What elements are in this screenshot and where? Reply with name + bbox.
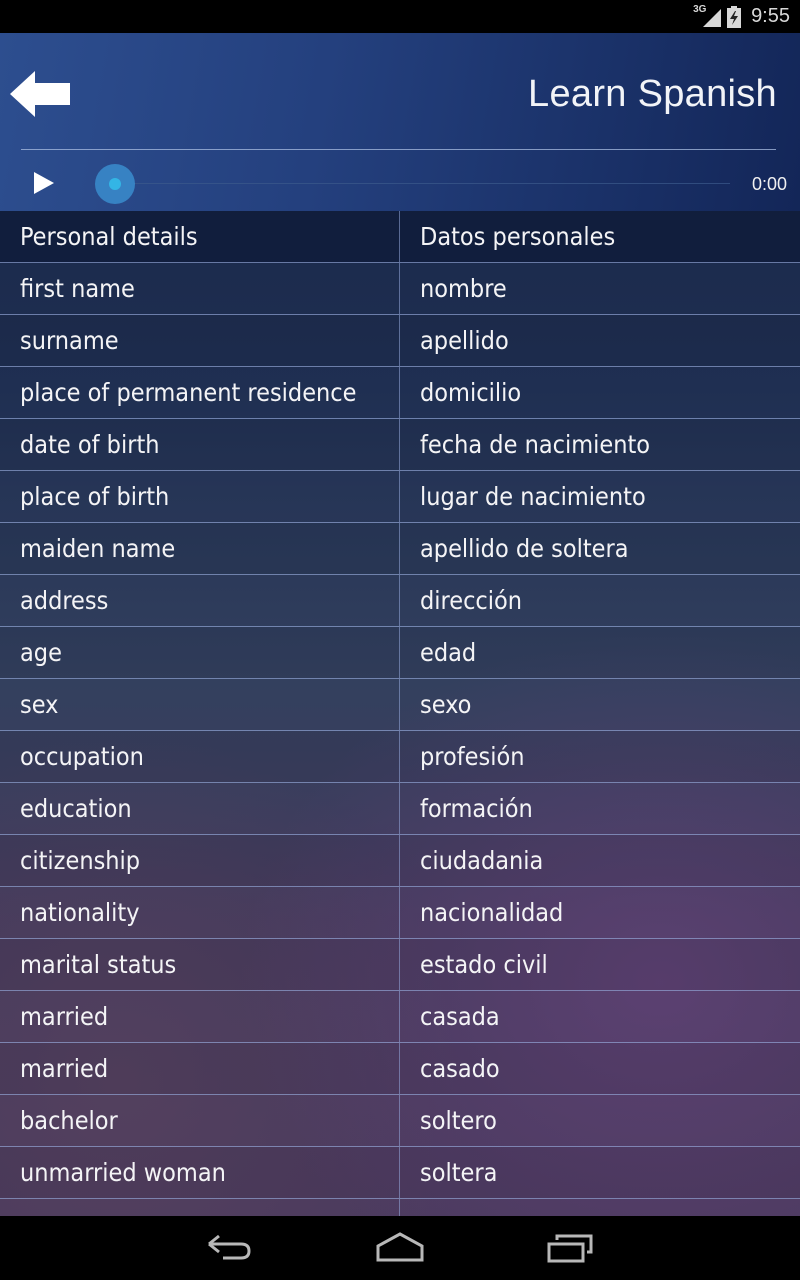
spanish-term: nombre	[420, 274, 507, 303]
spanish-term: lugar de nacimiento	[420, 482, 646, 511]
header-english: Personal details	[0, 211, 400, 262]
english-term: date of birth	[0, 419, 400, 470]
table-row[interactable]: maiden name apellido de soltera	[0, 523, 800, 575]
table-row[interactable]: surname apellido	[0, 315, 800, 367]
english-term: place of birth	[0, 471, 400, 522]
english-term: education	[0, 783, 400, 834]
spanish-term: soltero	[420, 1106, 497, 1135]
table-row-partial[interactable]	[0, 1199, 800, 1216]
english-term: citizenship	[0, 835, 400, 886]
table-row[interactable]: marital status estado civil	[0, 939, 800, 991]
english-term: surname	[0, 315, 400, 366]
seek-bar-thumb[interactable]	[95, 164, 135, 204]
english-term: sex	[0, 679, 400, 730]
battery-charging-icon	[727, 5, 742, 28]
english-term: married	[0, 991, 400, 1042]
table-row[interactable]: place of birth lugar de nacimiento	[0, 471, 800, 523]
english-term: place of permanent residence	[0, 367, 400, 418]
spanish-term: estado civil	[420, 950, 548, 979]
play-icon	[34, 172, 54, 194]
nav-recents-icon	[547, 1234, 593, 1263]
table-row[interactable]: address dirección	[0, 575, 800, 627]
spanish-term: formación	[420, 794, 533, 823]
play-button[interactable]	[32, 170, 56, 196]
clock: 9:55	[751, 5, 790, 27]
back-button[interactable]	[10, 71, 72, 117]
english-term: first name	[0, 263, 400, 314]
spanish-term: soltera	[420, 1158, 498, 1187]
header-divider	[21, 149, 776, 150]
table-row[interactable]: citizenship ciudadania	[0, 835, 800, 887]
nav-back-icon	[208, 1234, 251, 1260]
table-row[interactable]: first name nombre	[0, 263, 800, 315]
table-row[interactable]: education formación	[0, 783, 800, 835]
spanish-term: dirección	[420, 586, 523, 615]
english-term	[0, 1199, 400, 1216]
spanish-term: apellido	[420, 326, 509, 355]
table-row[interactable]: bachelor soltero	[0, 1095, 800, 1147]
back-arrow-icon	[10, 71, 70, 117]
english-term: nationality	[0, 887, 400, 938]
table-row[interactable]: nationality nacionalidad	[0, 887, 800, 939]
english-term: married	[0, 1043, 400, 1094]
table-row[interactable]: unmarried woman soltera	[0, 1147, 800, 1199]
spanish-term: apellido de soltera	[420, 534, 629, 563]
spanish-term: casada	[420, 1002, 500, 1031]
duration-label: 0:00	[751, 174, 787, 194]
table-row[interactable]: married casado	[0, 1043, 800, 1095]
header: Learn Spanish 0:00	[0, 33, 800, 211]
page-title: Learn Spanish	[528, 73, 777, 115]
table-header-row[interactable]: Personal details Datos personales	[0, 211, 800, 263]
english-term: marital status	[0, 939, 400, 990]
english-term: address	[0, 575, 400, 626]
english-term: occupation	[0, 731, 400, 782]
table-row[interactable]: place of permanent residence domicilio	[0, 367, 800, 419]
english-term: unmarried woman	[0, 1147, 400, 1198]
table-row[interactable]: sex sexo	[0, 679, 800, 731]
table-row[interactable]: age edad	[0, 627, 800, 679]
spanish-term: sexo	[420, 690, 472, 719]
english-term: age	[0, 627, 400, 678]
seek-bar-track[interactable]	[134, 183, 730, 184]
vocabulary-table: Personal details Datos personales first …	[0, 211, 800, 1216]
nav-recents-button[interactable]	[546, 1232, 596, 1264]
spanish-term: ciudadania	[420, 846, 544, 875]
spanish-term: casado	[420, 1054, 500, 1083]
spanish-term: domicilio	[420, 378, 522, 407]
table-row[interactable]: occupation profesión	[0, 731, 800, 783]
table-row[interactable]: date of birth fecha de nacimiento	[0, 419, 800, 471]
signal-3g-icon: 3G	[693, 4, 722, 29]
english-term: bachelor	[0, 1095, 400, 1146]
spanish-term: profesión	[420, 742, 525, 771]
status-bar: 3G 9:55	[0, 0, 800, 33]
header-spanish: Datos personales	[420, 222, 616, 251]
nav-home-button[interactable]	[375, 1232, 425, 1264]
table-row[interactable]: married casada	[0, 991, 800, 1043]
nav-home-icon	[376, 1232, 424, 1262]
english-term: maiden name	[0, 523, 400, 574]
spanish-term	[400, 1199, 800, 1216]
spanish-term: nacionalidad	[420, 898, 564, 927]
app-screen: Learn Spanish 0:00 Personal details Dato…	[0, 33, 800, 1216]
spanish-term: edad	[420, 638, 477, 667]
nav-back-button[interactable]	[205, 1232, 255, 1264]
navigation-bar	[0, 1216, 800, 1280]
spanish-term: fecha de nacimiento	[420, 430, 651, 459]
